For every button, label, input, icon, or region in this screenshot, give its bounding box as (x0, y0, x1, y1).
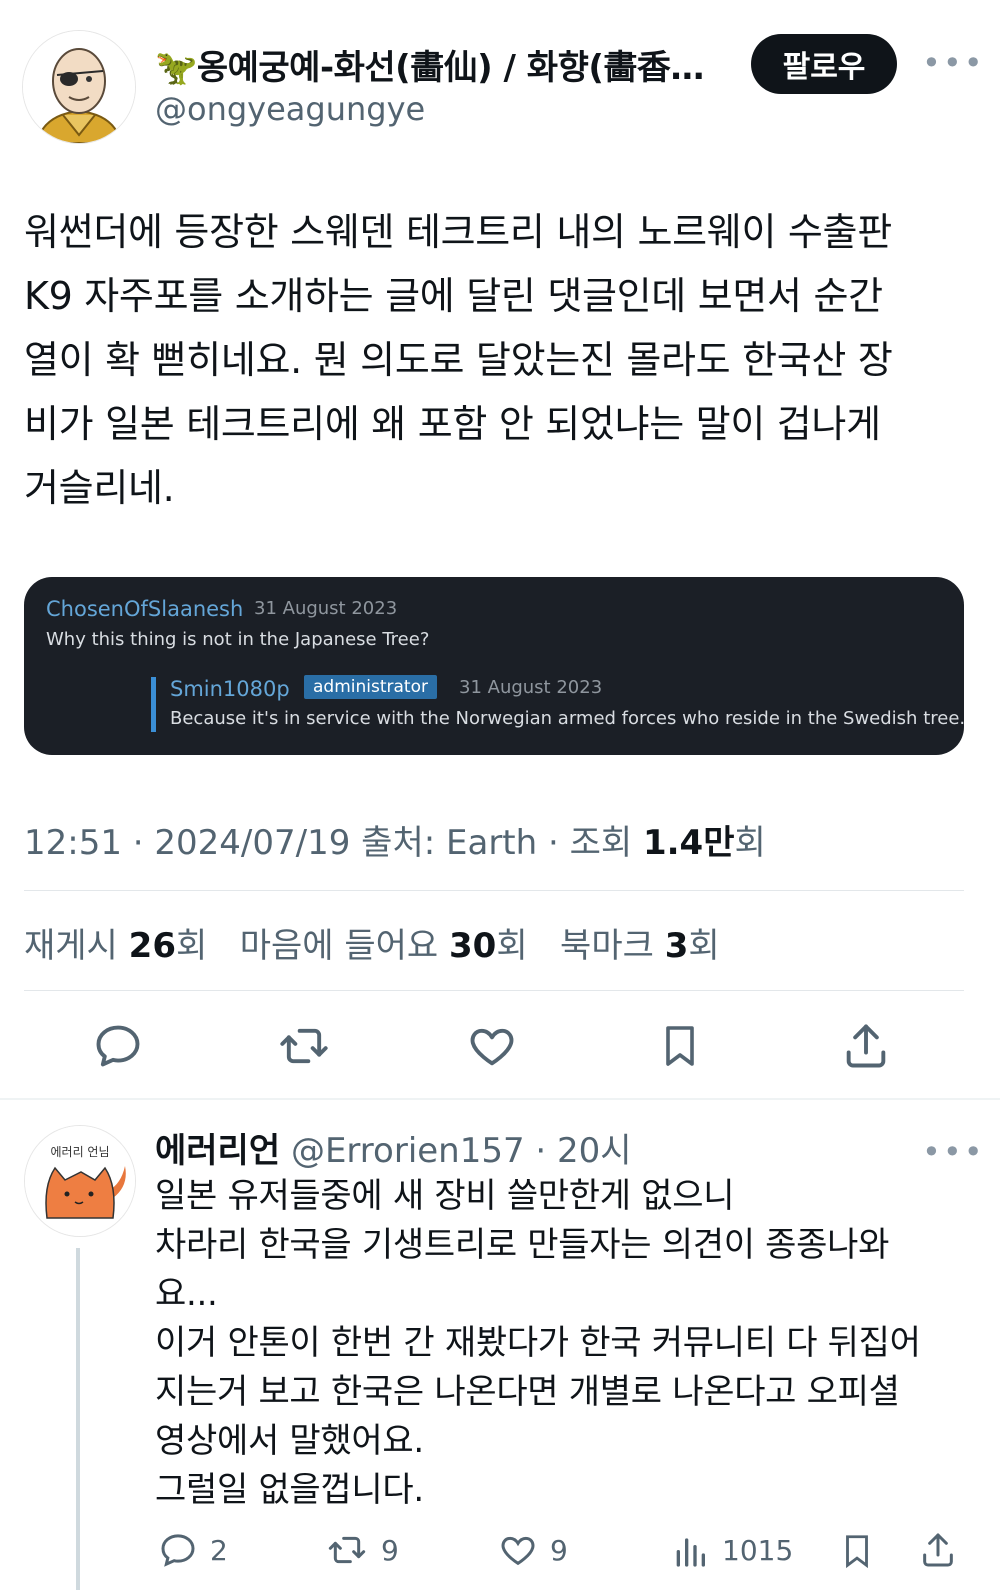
retweet-stat-suffix: 회 (175, 926, 208, 966)
author-display-name[interactable]: 🦖옹예궁예-화선(畵仙) / 화향(畵香… (155, 40, 704, 89)
heart-icon (501, 1536, 535, 1566)
retweet-icon[interactable] (274, 1016, 334, 1076)
admin-badge: administrator (304, 675, 437, 699)
like-count: 30 (449, 926, 497, 966)
author-handle[interactable]: @ongyeagungye (155, 90, 425, 128)
reply-share-action[interactable] (918, 1530, 958, 1570)
share-icon (923, 1533, 953, 1567)
reply-text-line: 영상에서 말했어요. (155, 1421, 424, 1461)
divider (0, 1098, 1000, 1100)
tweet-text: 워썬더에 등장한 스웨덴 테크트리 내의 노르웨이 수출판 K9 자주포를 소개… (24, 200, 974, 520)
share-icon[interactable] (836, 1016, 896, 1076)
retweet-icon (328, 1536, 366, 1564)
reply-header: 에러리언 @Errorien157 · 20시 (155, 1123, 632, 1172)
reply-text-line: 이거 안톤이 한번 간 재봤다가 한국 커뮤니티 다 뒤집어 (155, 1323, 921, 1363)
comment-date: 31 August 2023 (254, 598, 398, 619)
like-stat-label: 마음에 들어요 (239, 926, 449, 966)
reply-date: 31 August 2023 (459, 677, 603, 698)
thread-line (76, 1248, 80, 1590)
retweet-stat-label: 재게시 (24, 926, 129, 966)
avatar-caption: 에러리 언님 (50, 1145, 109, 1159)
retweet-count: 26 (128, 926, 176, 966)
reply-icon (161, 1534, 195, 1567)
tweet-text-line: 비가 일본 테크트리에 왜 포함 안 되었냐는 말이 겁나게 (24, 402, 881, 446)
like-stat[interactable]: 마음에 들어요 30회 (240, 926, 528, 966)
tweet-text-line: 열이 확 뻗히네요. 뭔 의도로 달았는진 몰라도 한국산 장 (24, 338, 893, 382)
reply-retweet-action[interactable]: 9 (325, 1530, 399, 1570)
bookmark-icon (846, 1535, 868, 1569)
reply-reply-count: 2 (210, 1533, 228, 1567)
divider (24, 890, 964, 891)
reply-text-line: 지는거 보고 한국은 나온다면 개별로 나온다고 오피셜 (155, 1372, 900, 1412)
timestamp-source: 12:51 · 2024/07/19 출처: Earth · 조회 (24, 823, 643, 863)
more-icon[interactable]: ••• (922, 1133, 985, 1171)
like-stat-suffix: 회 (496, 926, 528, 966)
reply-text: Because it's in service with the Norwegi… (170, 708, 966, 729)
reply-reply-action[interactable]: 2 (158, 1530, 228, 1570)
view-count: 1.4만 (642, 823, 735, 863)
tweet-text-line: K9 자주포를 소개하는 글에 달린 댓글인데 보면서 순간 (24, 274, 883, 318)
more-icon[interactable]: ••• (922, 44, 985, 82)
reply-text: 일본 유저들중에 새 장비 쓸만한게 없으니 차라리 한국을 기생트리로 만들자… (155, 1172, 975, 1515)
reply-view-count: 1015 (722, 1533, 794, 1567)
reply-text-line: 일본 유저들중에 새 장비 쓸만한게 없으니 (155, 1176, 735, 1216)
heart-icon[interactable] (462, 1016, 522, 1076)
reply-text-line: 차라리 한국을 기생트리로 만들자는 의견이 종종나와 (155, 1225, 890, 1265)
reply-username: Smin1080p (170, 677, 290, 701)
bookmark-stat-suffix: 회 (688, 926, 720, 966)
divider (24, 990, 964, 991)
reply-text-line: 그럴일 없을껍니다. (155, 1470, 424, 1510)
bookmark-icon[interactable] (650, 1016, 710, 1076)
reply-like-action[interactable]: 9 (498, 1530, 568, 1570)
reply-retweet-count: 9 (381, 1533, 399, 1567)
bookmark-stat[interactable]: 북마크 3회 (560, 926, 720, 966)
reply-bookmark-action[interactable] (838, 1530, 876, 1572)
reply-views-action[interactable]: 1015 (670, 1530, 793, 1570)
reply-handle-time[interactable]: @Errorien157 · 20시 (291, 1131, 632, 1171)
reply-like-count: 9 (550, 1533, 568, 1567)
reply-text-line: 요... (155, 1274, 218, 1314)
bookmark-stat-label: 북마크 (560, 926, 665, 966)
retweet-stat[interactable]: 재게시 26회 (24, 926, 207, 966)
reply-display-name[interactable]: 에러리언 (155, 1131, 280, 1171)
reply-icon[interactable] (88, 1016, 148, 1076)
reply-avatar[interactable]: 에러리 언님 (24, 1125, 136, 1237)
tweet-text-line: 거슬리네. (24, 466, 175, 510)
follow-button[interactable]: 팔로우 (751, 34, 897, 94)
comment-username: ChosenOfSlaanesh (46, 597, 244, 621)
tweet-stats: 재게시 26회 마음에 들어요 30회 북마크 3회 (24, 918, 720, 967)
comment-text: Why this thing is not in the Japanese Tr… (46, 629, 430, 650)
tweet-meta: 12:51 · 2024/07/19 출처: Earth · 조회 1.4만회 (24, 815, 766, 864)
view-suffix: 회 (734, 823, 766, 863)
views-icon (676, 1538, 705, 1567)
tweet-text-line: 워썬더에 등장한 스웨덴 테크트리 내의 노르웨이 수출판 (24, 210, 892, 254)
quote-bar (151, 677, 156, 732)
author-avatar[interactable] (22, 30, 136, 144)
bookmark-count: 3 (664, 926, 689, 966)
